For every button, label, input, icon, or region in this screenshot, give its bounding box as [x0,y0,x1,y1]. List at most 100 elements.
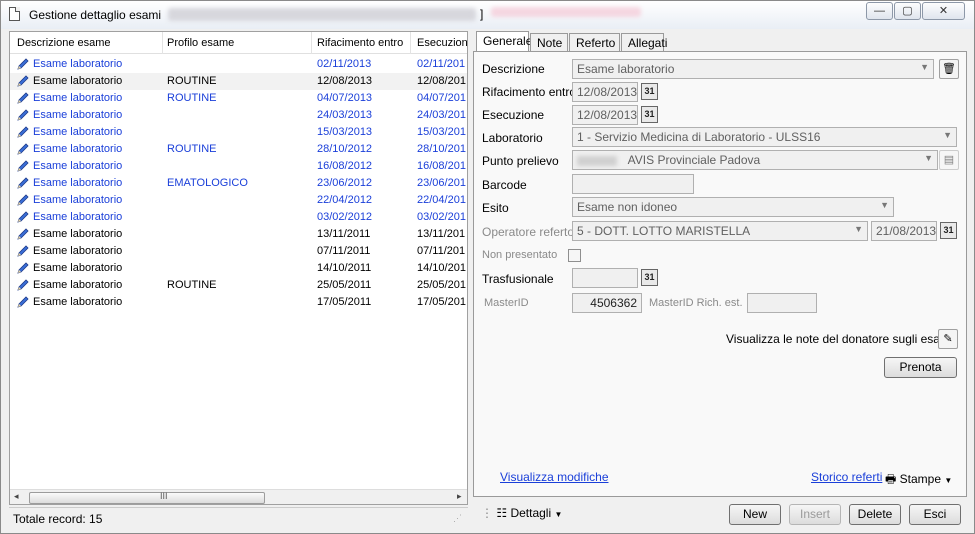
edit-pencil-icon[interactable] [16,142,30,156]
delete-description-icon[interactable]: 🗑 [939,59,959,79]
cell-rifacimento: 14/10/2011 [317,262,372,274]
masterid-rich-label: MasterID Rich. est. [649,297,743,309]
exam-list[interactable]: Descrizione esame Profilo esame Rifacime… [9,31,468,505]
chevron-down-icon: ▼ [880,200,889,210]
table-row[interactable]: Esame laboratorio 07/11/2011 07/11/201 [10,243,467,260]
storico-referti-link[interactable]: Storico referti [811,470,882,484]
window-title-suffix: ] [480,7,484,21]
cell-rifacimento: 07/11/2011 [317,245,371,257]
tab-referto[interactable]: Referto [569,33,620,51]
table-row[interactable]: Esame laboratorio 16/08/2012 16/08/201 [10,158,467,175]
chevron-down-icon: ▼ [924,153,933,163]
scroll-right-icon[interactable]: ▸ [457,491,462,502]
calendar-icon[interactable]: 31 [641,269,658,286]
info-icon[interactable]: ▤ [939,150,959,170]
chevron-down-icon: ▼ [943,130,952,140]
scroll-left-icon[interactable]: ◂ [14,491,19,502]
table-row[interactable]: Esame laboratorio 22/04/2012 22/04/201 [10,192,467,209]
table-row[interactable]: Esame laboratorio 17/05/2011 17/05/201 [10,294,467,311]
table-row[interactable]: Esame laboratorio 03/02/2012 03/02/201 [10,209,467,226]
esito-select[interactable]: Esame non idoneo ▼ [572,197,894,217]
laboratorio-select[interactable]: 1 - Servizio Medicina di Laboratorio - U… [572,127,957,147]
descrizione-select[interactable]: Esame laboratorio ▼ [572,59,934,79]
edit-pencil-icon[interactable] [16,244,30,258]
table-row[interactable]: Esame laboratorio ROUTINE 28/10/2012 28/10/… [10,141,467,158]
table-row[interactable]: Esame laboratorio ROUTINE 04/07/2013 04/07/… [10,90,467,107]
dettagli-menu[interactable]: ⋮ ☷ Dettagli ▼ [481,506,562,520]
cell-rifacimento: 15/03/2013 [317,126,373,138]
table-row[interactable]: Esame laboratorio EMATOLOGICO 23/06/2012 23… [10,175,467,192]
horizontal-scrollbar[interactable]: ◂ III ▸ [10,489,467,504]
edit-pencil-icon[interactable] [16,74,30,88]
table-row[interactable]: Esame laboratorio 13/11/2011 13/11/201 [10,226,467,243]
edit-pencil-icon[interactable] [16,176,30,190]
barcode-field[interactable] [572,174,694,194]
minimize-button[interactable]: — [866,2,893,20]
column-header-rifacimento[interactable]: Rifacimento entro [317,37,403,49]
cell-rifacimento: 25/05/2011 [317,279,372,291]
scroll-grip-icon: III [160,491,168,501]
tab-note[interactable]: Note [530,33,568,51]
esci-button[interactable]: Esci [909,504,961,525]
calendar-icon[interactable]: 31 [940,222,957,239]
visualizza-modifiche-link[interactable]: Visualizza modifiche [500,470,609,484]
maximize-button[interactable]: ▢ [894,2,921,20]
close-button[interactable]: ✕ [922,2,965,20]
new-button[interactable]: New [729,504,781,525]
esecuzione-label: Esecuzione [482,108,545,122]
table-row[interactable]: Esame laboratorio ROUTINE 12/08/2013 12/08/… [10,73,467,90]
trasfusionale-date-field[interactable] [572,268,638,288]
esecuzione-date-field[interactable]: 12/08/2013 [572,105,638,125]
title-bar: Gestione dettaglio esami ] — ▢ ✕ [1,1,974,29]
edit-pencil-icon[interactable] [16,108,30,122]
column-separator[interactable] [410,32,411,54]
column-separator[interactable] [162,32,163,54]
calendar-icon[interactable]: 31 [641,83,658,100]
cell-esecuzione: 22/04/201 [417,194,466,206]
tab-generale[interactable]: Generale [476,31,532,52]
operatore-referto-date-field[interactable]: 21/08/2013 [871,221,937,241]
column-header-profilo[interactable]: Profilo esame [167,37,234,49]
edit-pencil-icon[interactable] [16,125,30,139]
insert-button[interactable]: Insert [789,504,841,525]
rifacimento-date-field[interactable]: 12/08/2013 [572,82,638,102]
tab-allegati[interactable]: Allegati [621,33,667,51]
table-row[interactable]: Esame laboratorio 24/03/2013 24/03/201 [10,107,467,124]
punto-prelievo-select[interactable]: AVIS Provinciale Padova ▼ [572,150,938,170]
operatore-referto-select[interactable]: 5 - DOTT. LOTTO MARISTELLA ▼ [572,221,868,241]
non-presentato-checkbox[interactable] [568,249,581,262]
calendar-icon[interactable]: 31 [641,106,658,123]
edit-pencil-icon[interactable] [16,91,30,105]
prenota-button[interactable]: Prenota [884,357,957,378]
edit-pencil-icon[interactable] [16,159,30,173]
masterid-field[interactable]: 4506362 [572,293,642,313]
column-separator[interactable] [311,32,312,54]
toolbar-grip-icon: ⋮ [481,506,493,520]
scroll-thumb[interactable]: III [29,491,265,504]
edit-pencil-icon[interactable] [16,261,30,275]
delete-button[interactable]: Delete [849,504,901,525]
edit-pencil-icon[interactable] [16,57,30,71]
edit-pencil-icon[interactable] [16,193,30,207]
note-donatore-button[interactable]: ✎ [938,329,958,349]
masterid-rich-field[interactable] [747,293,817,313]
edit-pencil-icon[interactable] [16,278,30,292]
table-row[interactable]: Esame laboratorio ROUTINE 25/05/2011 25/05/… [10,277,467,294]
cell-rifacimento: 03/02/2012 [317,211,373,223]
edit-pencil-icon[interactable] [16,227,30,241]
table-row[interactable]: Esame laboratorio 15/03/2013 15/03/201 [10,124,467,141]
resize-grip-icon[interactable]: ⋰ [453,513,462,524]
descrizione-label: Descrizione [482,62,545,76]
edit-pencil-icon[interactable] [16,210,30,224]
magic-wand-icon: ✎ [943,333,953,345]
chevron-down-icon: ▼ [554,510,563,519]
table-row[interactable]: Esame laboratorio 02/11/2013 02/11/201 [10,56,467,73]
cell-esecuzione: 15/03/201 [417,126,466,138]
column-header-descrizione[interactable]: Descrizione esame [17,37,111,49]
stampe-menu[interactable]: 🖶 Stampe ▼ [885,470,952,491]
chevron-down-icon: ▼ [944,476,953,485]
edit-pencil-icon[interactable] [16,295,30,309]
column-header-esecuzione[interactable]: Esecuzion [417,37,467,49]
cell-esecuzione: 07/11/201 [417,245,466,257]
table-row[interactable]: Esame laboratorio 14/10/2011 14/10/201 [10,260,467,277]
